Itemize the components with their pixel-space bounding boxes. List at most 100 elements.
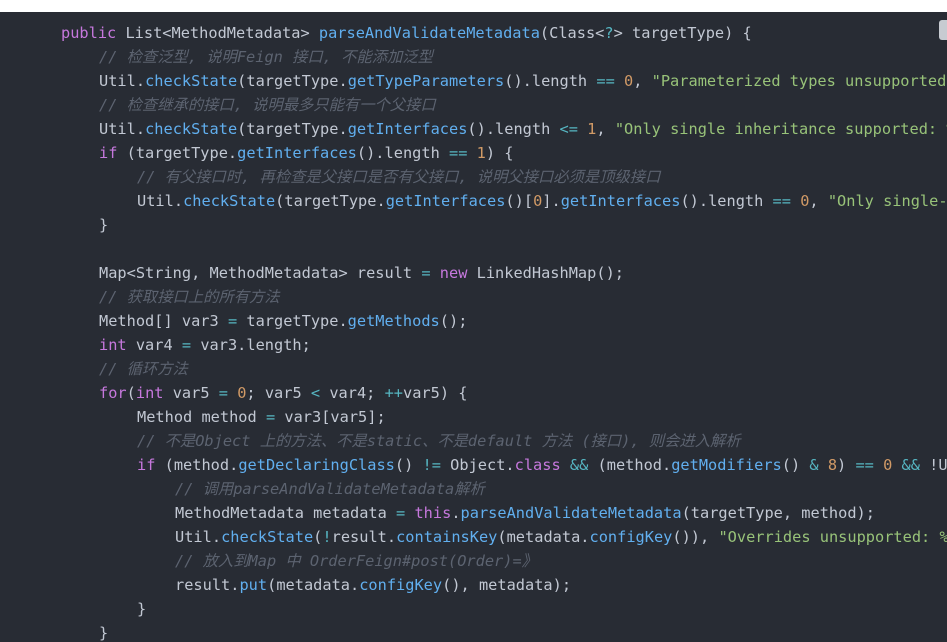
code-token: 1 — [587, 120, 597, 138]
code-token: result. — [175, 576, 240, 594]
code-token: int — [135, 384, 164, 402]
code-token: , — [596, 120, 615, 138]
code-token: configKey — [589, 528, 673, 546]
code-token: getInterfaces — [385, 192, 506, 210]
code-token: == — [449, 144, 468, 162]
code-token: Util. — [137, 192, 184, 210]
code-line: // 有父接口时, 再检查是父接口是否有父接口, 说明父接口必须是顶级接口 — [0, 165, 947, 189]
code-token: = — [396, 504, 406, 522]
code-token: List<MethodMetadata> — [125, 24, 319, 42]
code-line: for(int var5 = 0; var5 < var4; ++var5) { — [0, 381, 947, 405]
code-token: == — [772, 192, 791, 210]
code-token: (targetType, method); — [681, 504, 875, 522]
code-token: LinkedHashMap(); — [467, 264, 624, 282]
code-line: } — [0, 213, 947, 237]
code-token: (method. — [155, 456, 239, 474]
code-token: var5) { — [403, 384, 468, 402]
code-line: // 调用parseAndValidateMetadata解析 — [0, 477, 947, 501]
code-token: && — [901, 456, 920, 474]
code-token: 0 — [883, 456, 893, 474]
code-token: (targetType. — [237, 72, 348, 90]
code-token: < — [310, 384, 321, 402]
code-token: ( — [313, 528, 323, 546]
code-token: "Overrides unsupported: %s" — [718, 528, 947, 546]
code-token: , — [809, 192, 828, 210]
code-line: if (method.getDeclaringClass() != Object… — [0, 453, 947, 477]
code-token: configKey — [359, 576, 443, 594]
code-token: "Only single-level inheritance supported… — [827, 192, 947, 210]
code-token: Util. — [99, 120, 146, 138]
code-token: !Util. — [929, 456, 947, 474]
code-token: (Class< — [539, 24, 605, 42]
code-token: if — [99, 144, 118, 162]
code-token: new — [439, 264, 468, 282]
code-line: // 检查泛型, 说明Feign 接口, 不能添加泛型 — [0, 45, 947, 69]
code-block: public List<MethodMetadata> parseAndVali… — [0, 21, 947, 642]
code-token: (), metadata); — [442, 576, 572, 594]
code-token: var4; — [320, 384, 385, 402]
code-token: 1 — [476, 144, 486, 162]
code-token: = — [218, 384, 228, 402]
code-token: if — [137, 456, 156, 474]
code-line: int var4 = var3.length; — [0, 333, 947, 357]
code-token: <= — [559, 120, 578, 138]
code-token: Object. — [440, 456, 515, 474]
code-token: > targetType) { — [613, 24, 752, 42]
code-line: Util.checkState(targetType.getTypeParame… — [0, 69, 947, 93]
code-token: ) { — [485, 144, 514, 162]
code-token: ]. — [542, 192, 561, 210]
code-token: ; var5 — [246, 384, 311, 402]
code-line: Map<String, MethodMetadata> result = new… — [0, 261, 947, 285]
code-token: = — [181, 336, 192, 354]
code-token: = — [227, 312, 238, 330]
code-token: ()[ — [505, 192, 534, 210]
code-token: && — [569, 456, 589, 474]
code-token: 0 — [624, 72, 634, 90]
code-token: MethodMetadata metadata — [175, 504, 397, 522]
code-line: } — [0, 597, 947, 621]
code-token: containsKey — [396, 528, 498, 546]
code-token: ! — [322, 528, 332, 546]
code-token: (targetType. — [237, 120, 348, 138]
code-token: checkState — [145, 72, 238, 90]
code-token: result. — [331, 528, 397, 546]
code-token: parseAndValidateMetadata — [460, 504, 682, 522]
code-token: ().length — [680, 192, 773, 210]
code-token: getMethods — [347, 312, 440, 330]
code-token: ()), — [672, 528, 719, 546]
code-editor: public List<MethodMetadata> parseAndVali… — [0, 12, 947, 642]
code-token: ().length — [467, 120, 560, 138]
code-token: checkState — [221, 528, 314, 546]
code-token: ( — [126, 384, 136, 402]
code-line: Util.checkState(!result.containsKey(meta… — [0, 525, 947, 549]
code-line: if (targetType.getInterfaces().length ==… — [0, 141, 947, 165]
code-token: Method[] var3 — [99, 312, 228, 330]
code-token: "Only single inheritance supported: %s" — [614, 120, 947, 138]
code-token: Util. — [99, 72, 146, 90]
code-token: = — [265, 408, 276, 426]
code-token: != — [422, 456, 441, 474]
code-token: parseAndValidateMetadata — [318, 24, 540, 42]
code-token: (metadata. — [267, 576, 360, 594]
code-line: // 不是Object 上的方法、不是static、不是default 方法 (… — [0, 429, 947, 453]
code-token: (targetType. — [117, 144, 238, 162]
code-token: getInterfaces — [560, 192, 681, 210]
code-token: var5 — [163, 384, 219, 402]
code-token: () — [781, 456, 810, 474]
code-token: ++ — [384, 384, 403, 402]
code-token: // 循环方法 — [99, 360, 188, 378]
code-token: // 获取接口上的所有方法 — [99, 288, 280, 306]
code-line: Method[] var3 = targetType.getMethods(); — [0, 309, 947, 333]
code-token: (method. — [588, 456, 672, 474]
code-token: // 检查继承的接口, 说明最多只能有一个父接口 — [99, 96, 436, 114]
code-token: class — [514, 456, 561, 474]
code-token: } — [137, 600, 147, 618]
code-token: getInterfaces — [347, 120, 468, 138]
